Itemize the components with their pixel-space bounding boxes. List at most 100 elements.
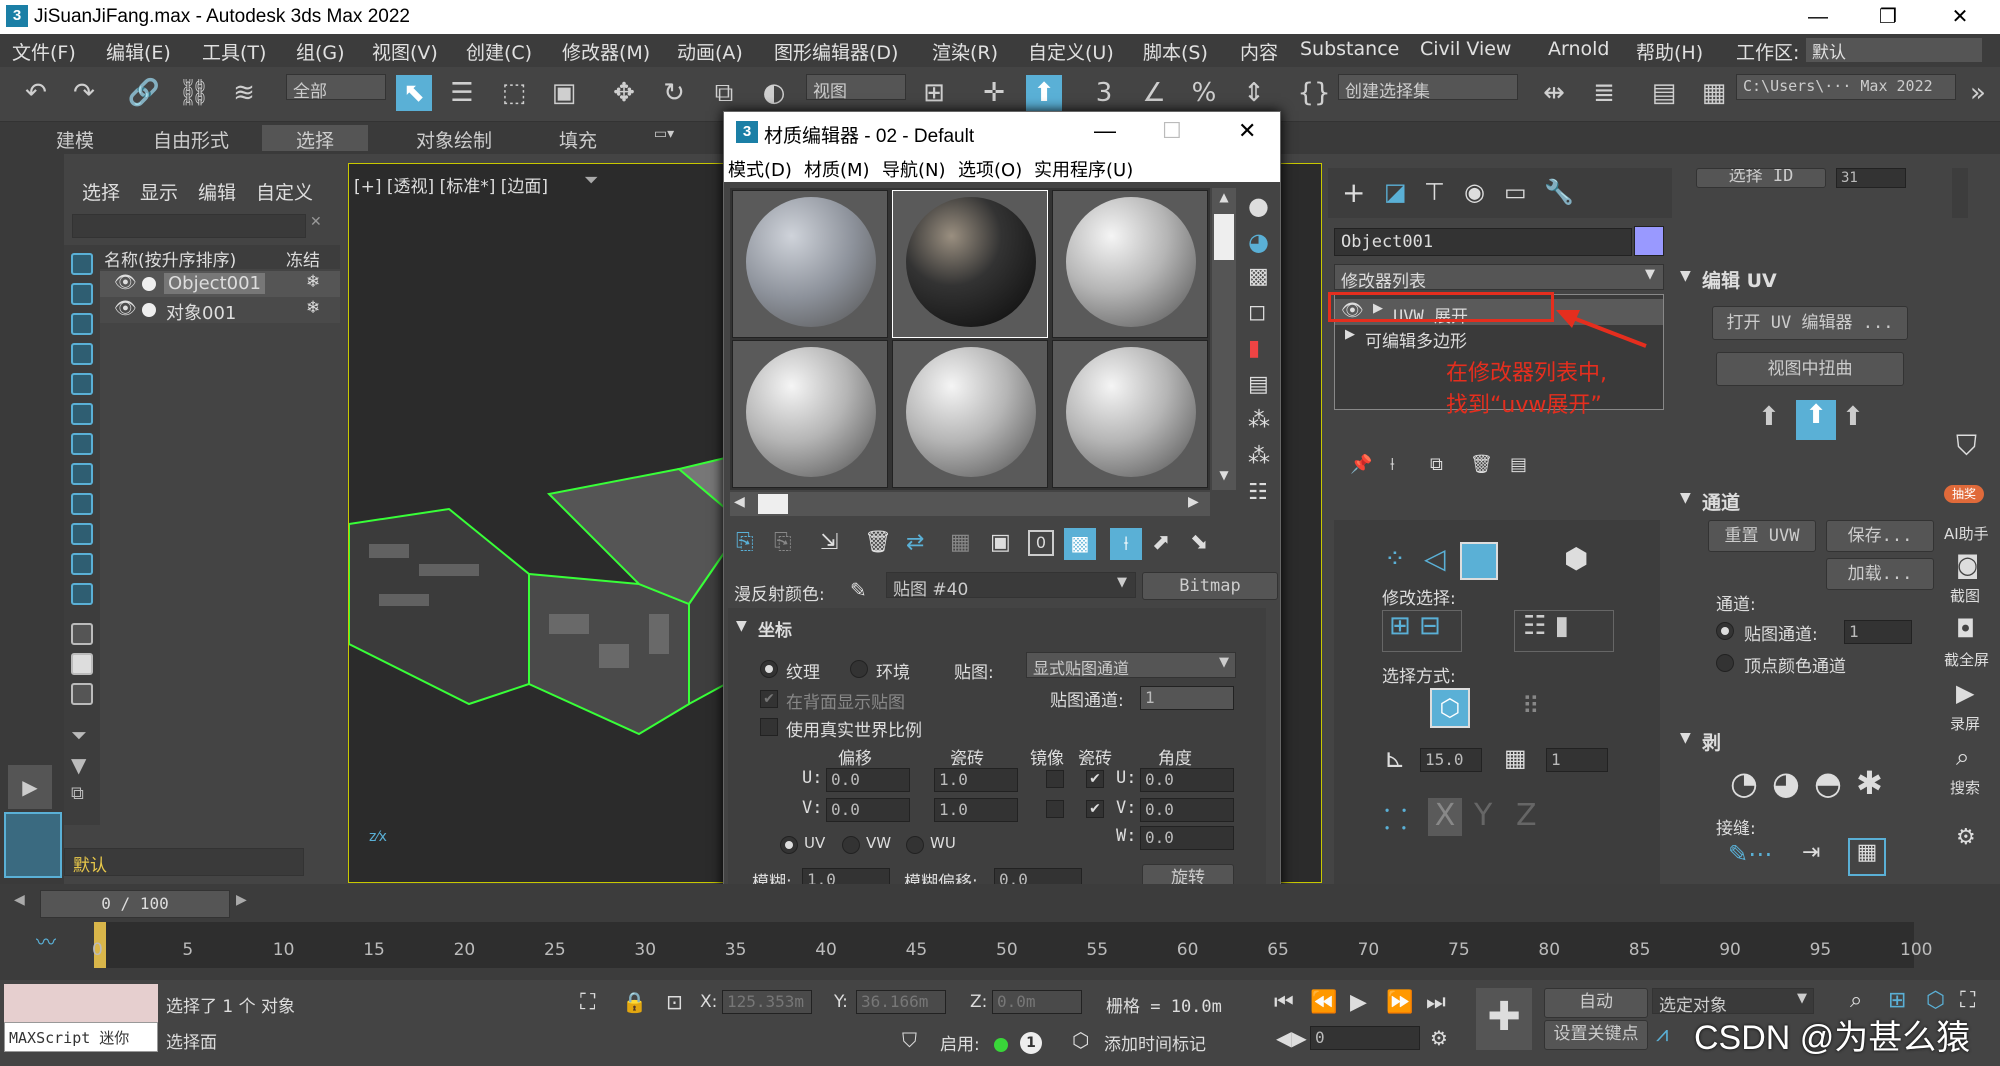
record-label[interactable]: 录屏 (1950, 713, 1980, 734)
me-menu-options[interactable]: 选项(O) (958, 156, 1022, 182)
display-lights-icon[interactable] (71, 313, 93, 335)
select-by-element-icon[interactable]: ⬡ (1430, 688, 1470, 728)
make-unique-icon[interactable]: ⧉ (1430, 454, 1443, 475)
menu-edit[interactable]: 编辑(E) (106, 38, 171, 65)
display-helpers-icon[interactable] (71, 373, 93, 395)
gear-icon[interactable]: ⚙ (1956, 825, 1976, 850)
align-icon[interactable]: ≣ (1586, 75, 1622, 111)
selection-lock-icon[interactable]: 🔒 (622, 990, 647, 1014)
lottery-badge[interactable]: 抽奖 (1944, 485, 1984, 503)
w-angle-spinner[interactable]: 0.0 (1140, 826, 1234, 850)
object-name[interactable]: Object001 (164, 273, 265, 294)
v-mirror-checkbox[interactable] (1046, 800, 1064, 818)
select-by-plane-icon[interactable]: ⸬ (1384, 800, 1407, 838)
bind-space-warp-icon[interactable]: ≋ (226, 75, 262, 111)
minimize-icon[interactable]: — (1788, 2, 1848, 32)
display-all-icon[interactable] (71, 623, 93, 645)
layer-explorer-icon[interactable]: ▦ (1696, 75, 1732, 111)
select-object-icon[interactable]: ⬉ (396, 75, 432, 111)
scene-explorer-icon[interactable]: ▤ (1646, 75, 1682, 111)
menu-scripting[interactable]: 脚本(S) (1143, 38, 1208, 65)
u-mirror-checkbox[interactable] (1046, 770, 1064, 788)
time-tag-icon[interactable]: ⬡ (1072, 1028, 1089, 1052)
y-coordinate-field[interactable]: 36.166m (856, 990, 946, 1014)
chevron-down-icon[interactable]: ▼ (1214, 468, 1234, 488)
point-to-point-seam-icon[interactable]: ⇥ (1802, 840, 1820, 865)
texture-radio[interactable] (760, 660, 778, 678)
named-selection-dropdown[interactable]: 创建选择集 (1338, 74, 1518, 102)
menu-civil-view[interactable]: Civil View (1420, 38, 1511, 60)
select-by-region-icon[interactable]: ⠿ (1522, 692, 1540, 720)
show-shaded-material-icon[interactable]: ▩ (1064, 528, 1096, 560)
slots-vertical-scrollbar[interactable]: ▲ ▼ (1212, 188, 1236, 490)
polygon-mode-icon[interactable] (1460, 542, 1498, 580)
previous-frame-icon[interactable]: ⏪ (1310, 990, 1337, 1015)
menu-graph-editors[interactable]: 图形编辑器(D) (774, 38, 898, 65)
viewport-layout-icon[interactable] (4, 812, 62, 878)
display-xrefs-icon[interactable] (71, 463, 93, 485)
ribbon-tab-object-paint[interactable]: 对象绘制 (394, 126, 514, 153)
create-tab-icon[interactable]: + (1342, 176, 1365, 209)
sample-slot[interactable] (892, 340, 1048, 488)
full-screenshot-label[interactable]: 截全屏 (1944, 649, 1989, 670)
percent-snap-icon[interactable]: % (1186, 75, 1222, 111)
next-frame-icon[interactable]: ⏩ (1386, 990, 1413, 1015)
object-name-field[interactable]: Object001 (1334, 228, 1632, 256)
menu-create[interactable]: 创建(C) (466, 38, 532, 65)
me-menu-material[interactable]: 材质(M) (804, 156, 870, 182)
set-key-icon[interactable]: ✚ (1476, 988, 1532, 1050)
table-row[interactable]: 👁 对象001 ❄ (100, 297, 340, 324)
display-frozen-icon[interactable] (71, 553, 93, 575)
mapping-type-dropdown[interactable]: 显式贴图通道 ▼ (1026, 652, 1236, 678)
show-end-result-icon[interactable]: ⟊ (1110, 528, 1142, 560)
reference-coord-dropdown[interactable]: 视图 (806, 74, 906, 102)
motion-tab-icon[interactable]: ◉ (1464, 178, 1485, 206)
v-tiling-spinner[interactable]: 1.0 (934, 798, 1018, 822)
go-to-start-icon[interactable]: ⏮ (1274, 990, 1294, 1015)
utilities-tab-icon[interactable]: 🔧 (1544, 178, 1574, 206)
map-channel-spinner[interactable]: 1 (1140, 686, 1234, 710)
filter-icon[interactable]: ⏷ (71, 723, 93, 747)
viewport-label[interactable]: [+] [透视] [标准*] [边面] (354, 172, 548, 197)
isolate-selection-icon[interactable]: ⛶ (580, 990, 595, 1015)
pack-icon[interactable]: ✱ (1856, 764, 1883, 802)
angle-threshold-icon[interactable]: ⊾ (1384, 744, 1406, 774)
get-material-icon[interactable]: ⎘ (736, 530, 754, 555)
chevron-right-icon[interactable]: ▶ (1345, 327, 1355, 342)
menu-content[interactable]: 内容 (1240, 38, 1278, 65)
menu-rendering[interactable]: 渲染(R) (932, 38, 998, 65)
ribbon-tab-freeform[interactable]: 自由形式 (136, 126, 246, 153)
pin-stack-icon[interactable]: 📌 (1350, 454, 1372, 475)
edit-seams-icon[interactable]: ✎⋯ (1728, 840, 1772, 868)
edit-uv-title[interactable]: 编辑 UV (1702, 266, 1777, 293)
options-icon[interactable]: ⁂ (1248, 408, 1270, 433)
scale-icon[interactable]: ⧉ (706, 75, 742, 111)
go-forward-sibling-icon[interactable]: ⬊ (1190, 530, 1208, 555)
chevron-up-icon[interactable]: ▲ (1214, 190, 1234, 210)
edge-mode-icon[interactable]: ◁ (1424, 542, 1446, 575)
uv-radio[interactable] (780, 836, 798, 854)
table-row[interactable]: 👁 Object001 ❄ (100, 271, 340, 297)
map-channel-radio[interactable] (1716, 622, 1734, 640)
chevron-left-icon[interactable]: ◀ (14, 892, 38, 916)
undo-icon[interactable]: ↶ (18, 75, 54, 111)
chevron-left-icon[interactable]: ◀ (734, 494, 745, 510)
layer-dropdown[interactable]: 默认 (64, 848, 304, 876)
map-type-button[interactable]: Bitmap (1142, 572, 1278, 600)
quick-peel-tool-icon[interactable]: ◔ (1730, 764, 1758, 802)
reset-uvw-button[interactable]: 重置 UVW (1708, 520, 1816, 552)
restore-icon[interactable]: ❐ (1858, 2, 1918, 32)
mirror-icon[interactable]: ⇹ (1536, 75, 1572, 111)
minimize-icon[interactable]: — (1094, 118, 1116, 144)
menu-modifiers[interactable]: 修改器(M) (562, 38, 650, 65)
quick-peel-icon[interactable]: ⬆ (1758, 402, 1794, 438)
reset-peel-icon[interactable]: ◓ (1814, 764, 1842, 802)
remove-modifier-icon[interactable]: 🗑 (1470, 454, 1493, 475)
time-config-icon[interactable]: ⚙ (1430, 1026, 1448, 1050)
current-frame-spinner[interactable]: 0 (1310, 1026, 1420, 1050)
curve-editor-icon[interactable]: 〰 (36, 926, 56, 955)
search-clear-icon[interactable]: ✕ (310, 214, 332, 238)
visibility-eye-icon[interactable]: 👁 (114, 272, 137, 293)
snap-toggle-icon[interactable]: 3 (1086, 75, 1122, 111)
menu-file[interactable]: 文件(F) (12, 38, 76, 65)
